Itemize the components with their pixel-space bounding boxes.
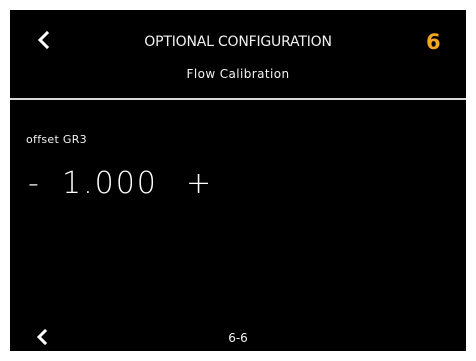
decrement-button[interactable]: - <box>28 166 62 201</box>
header-divider <box>10 98 466 100</box>
parameter-label: offset GR3 <box>26 133 87 146</box>
page-indicator: 6-6 <box>228 331 248 345</box>
step-badge: 6 <box>426 30 441 54</box>
device-screen: OPTIONAL CONFIGURATION Flow Calibration … <box>10 10 466 351</box>
page-title: OPTIONAL CONFIGURATION <box>144 34 332 50</box>
increment-button[interactable]: + <box>186 166 216 201</box>
page-subtitle: Flow Calibration <box>186 67 290 81</box>
offset-value: 1.000 <box>62 165 158 201</box>
offset-stepper: - 1.000 + <box>28 158 216 208</box>
